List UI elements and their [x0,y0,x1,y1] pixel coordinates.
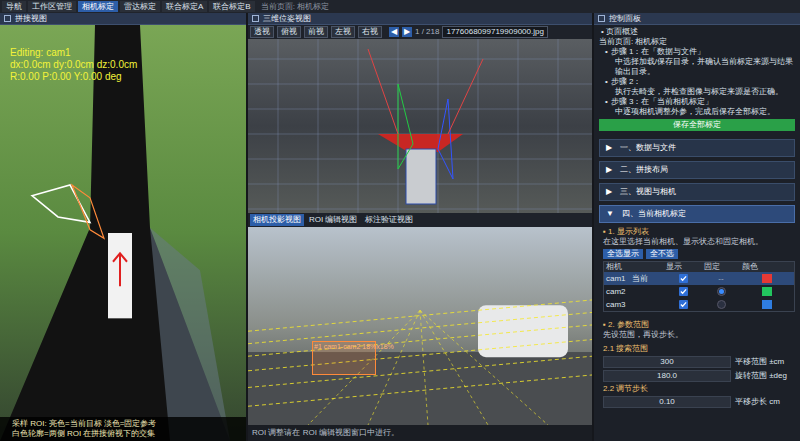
projection-tab[interactable]: ROI 编辑视图 [306,214,360,226]
section-list: ▶一、数据与文件 ▶二、拼接布局 ▶三、视图与相机 ▼四、当前相机标定 [599,139,795,223]
view-button[interactable]: 前视 [304,26,328,38]
display-button[interactable]: 全选显示 [603,249,643,259]
top-tab[interactable]: 联合标定A [162,1,207,12]
camera-table: 相机显示固定颜色cam1当前--cam2cam3 [603,261,795,312]
top-tab[interactable]: 导航 [2,1,26,12]
color-swatch[interactable] [762,287,772,296]
section-header[interactable]: ▼四、当前相机标定 [599,205,795,223]
display-button[interactable]: 全不选 [646,249,678,259]
param-input[interactable]: 0.10 [603,396,731,408]
param-row: 180.0旋转范围 ±deg [603,370,795,382]
show-checkbox[interactable] [679,287,688,296]
view-button[interactable]: 透视 [250,26,274,38]
control-panel: 控制面板• 页面概述当前页面: 相机标定•步骤 1：在「数据与文件」中选择加载/… [594,13,800,441]
view-button[interactable]: 俯视 [277,26,301,38]
top-tab[interactable]: 雷达标定 [120,1,160,12]
top-tab[interactable]: 相机标定 [78,1,118,12]
color-swatch[interactable] [762,274,772,283]
check-icon [680,301,687,308]
fixed-radio[interactable] [717,287,726,296]
file-field[interactable]: 1776068099719909000.jpg [442,26,547,38]
projection-tab[interactable]: 标注验证视图 [362,214,416,226]
save-all-button[interactable]: 保存全部标定 [599,119,795,131]
top-bar: 导航工作区管理相机标定雷达标定联合标定A联合标定B 当前页面: 相机标定 [0,0,800,13]
param-input[interactable]: 300 [603,356,731,368]
overview-title: • 页面概述 [599,27,795,37]
frame-counter: 1 / 218 [415,27,439,37]
window-icon [4,15,11,22]
roi-label: #1 cam1-cam2 18%x18% [313,342,375,351]
section-header[interactable]: ▶一、数据与文件 [599,139,795,157]
top-tab[interactable]: 工作区管理 [28,1,76,12]
projection-tab[interactable]: 相机投影视图 [250,214,304,226]
current-page: 当前页面: 相机标定 [261,2,329,12]
camera-row[interactable]: cam3 [604,298,794,311]
app: 导航工作区管理相机标定雷达标定联合标定A联合标定B当前页面: 相机标定拼接视图E… [0,0,800,441]
projection-lines [248,227,592,425]
show-checkbox[interactable] [679,274,688,283]
params-section: ▪ 2. 参数范围先设范围，再设步长。2.1 搜索范围300平移范围 ±cm18… [599,320,795,408]
fixed-radio[interactable] [717,300,726,309]
view-button[interactable]: 左视 [331,26,355,38]
stitch-panel: 拼接视图 Editing: cam1dx:0.0cm dy:0.0cm dz:0.… [0,13,246,441]
control-header: 控制面板 [594,13,800,25]
camera-row[interactable]: cam2 [604,285,794,298]
window-icon [598,15,605,22]
stitch-drawing [0,25,246,441]
pose-panel: 三维位姿视图透视俯视前视左视右视 ◀▶1 / 218177606809971990… [248,13,592,441]
check-icon [680,275,687,282]
camera-view[interactable]: #1 cam1-cam2 18%x18% [248,227,592,425]
show-checkbox[interactable] [679,300,688,309]
param-input[interactable]: 180.0 [603,370,731,382]
stitch-notes: 采样 ROI: 亮色=当前目标 淡色=固定参考白色轮廓=两侧 ROI 在拼接俯视… [0,417,246,441]
control-content: • 页面概述当前页面: 相机标定•步骤 1：在「数据与文件」中选择加载/保存目录… [594,25,800,441]
next-button[interactable]: ▶ [402,27,412,37]
camera-row[interactable]: cam1当前-- [604,272,794,285]
window-icon [252,15,259,22]
section-header[interactable]: ▶三、视图与相机 [599,183,795,201]
param-row: 300平移范围 ±cm [603,356,795,368]
pose-drawing [248,39,592,213]
overview-step: •步骤 1：在「数据与文件」中选择加载/保存目录，并确认当前标定来源与结果输出目… [599,47,795,77]
overview-current: 当前页面: 相机标定 [599,37,795,47]
param-row: 0.10平移步长 cm [603,396,795,408]
stitch-view[interactable]: Editing: cam1dx:0.0cm dy:0.0cm dz:0.0cmR… [0,25,246,441]
overview-step: •步骤 2：执行去畸变，并检查图像与标定来源是否正确。 [599,77,795,97]
main: 拼接视图 Editing: cam1dx:0.0cm dy:0.0cm dz:0.… [0,13,800,441]
prev-button[interactable]: ◀ [389,27,399,37]
pose-toolbar: 透视俯视前视左视右视 ◀▶1 / 2181776068099719909000.j… [248,25,592,39]
check-icon [680,288,687,295]
roi-box[interactable]: #1 cam1-cam2 18%x18% [312,341,376,375]
projection-tabs: 相机投影视图ROI 编辑视图标注验证视图 [248,213,592,227]
overview-step: •步骤 3：在「当前相机标定」中逐项相机调整外参，完成后保存全部标定。 [599,97,795,117]
section-header[interactable]: ▶二、拼接布局 [599,161,795,179]
pose-readout: Editing: cam1dx:0.0cm dy:0.0cm dz:0.0cmR… [10,47,137,83]
top-tab[interactable]: 联合标定B [209,1,254,12]
view-button[interactable]: 右视 [358,26,382,38]
color-swatch[interactable] [762,300,772,309]
stitch-header: 拼接视图 [0,13,246,25]
display-section: ▪ 1. 显示列表在这里选择当前相机、显示状态和固定相机。全选显示全不选相机显示… [599,227,795,312]
pose-3d-view[interactable] [248,39,592,213]
pose-header: 三维位姿视图 [248,13,592,25]
projection-hint: ROI 调整请在 ROI 编辑视图窗口中进行。 [248,425,592,441]
